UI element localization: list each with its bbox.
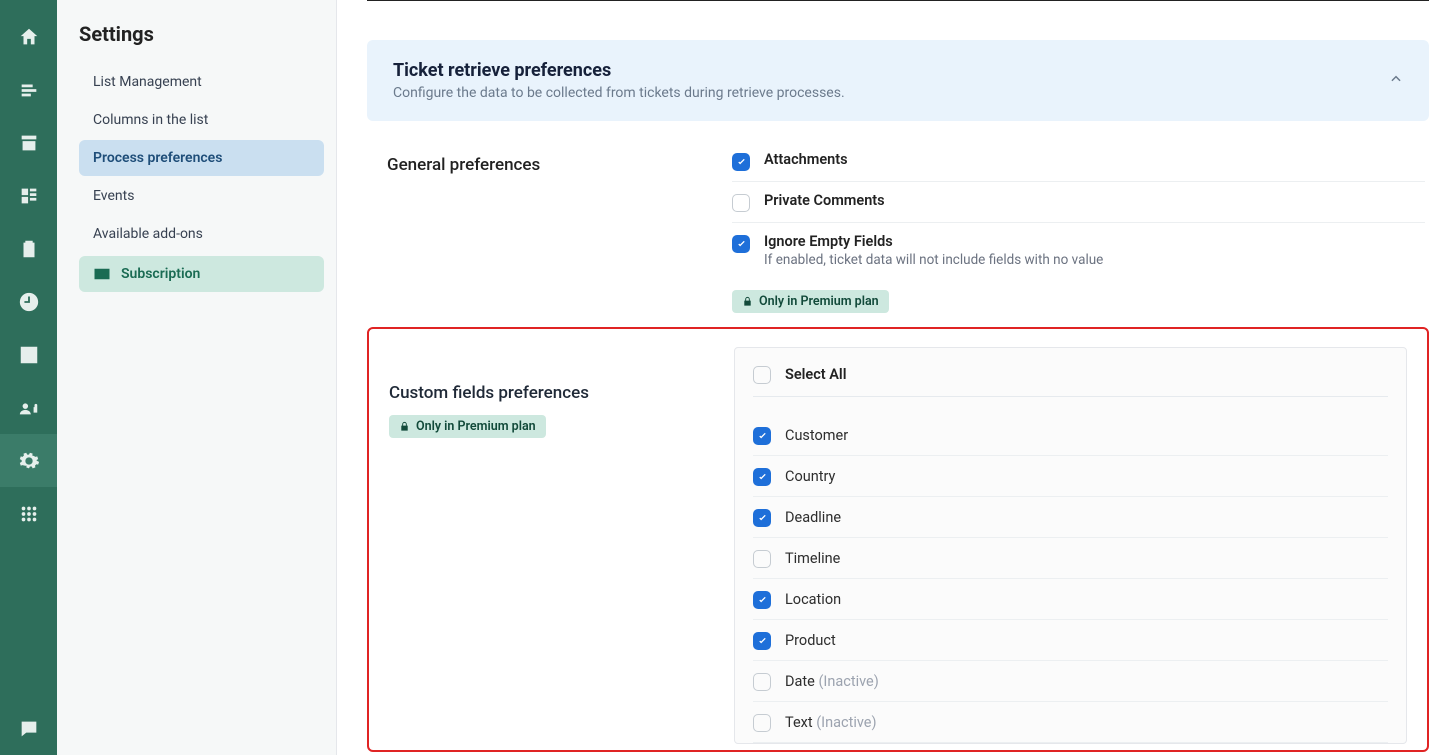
custom-field-checkbox[interactable] <box>753 427 771 445</box>
custom-field-row[interactable]: Date (Inactive) <box>753 661 1388 702</box>
select-all-row[interactable]: Select All <box>753 348 1388 397</box>
sidebar-item-addons[interactable]: Available add-ons <box>79 216 324 252</box>
lock-icon <box>399 420 410 433</box>
ignore-empty-desc: If enabled, ticket data will not include… <box>764 252 1103 268</box>
private-comments-label: Private Comments <box>764 192 885 209</box>
users-lock-icon <box>18 397 40 419</box>
custom-fields-section: Custom fields preferences Only in Premiu… <box>367 327 1429 752</box>
custom-field-label: Date (Inactive) <box>785 673 879 690</box>
sidebar-item-columns[interactable]: Columns in the list <box>79 102 324 138</box>
archive-icon <box>18 132 40 154</box>
fields-icon <box>18 185 40 207</box>
custom-field-row[interactable]: Location <box>753 579 1388 620</box>
credit-card-icon <box>93 267 111 281</box>
rail-chat[interactable] <box>0 702 57 755</box>
settings-sidebar: Settings List Management Columns in the … <box>57 0 337 755</box>
rail-apps[interactable] <box>0 487 57 540</box>
chevron-up-icon[interactable] <box>1389 72 1403 90</box>
custom-field-row[interactable]: Timeline <box>753 538 1388 579</box>
rail-settings[interactable] <box>0 434 57 487</box>
custom-field-label: Deadline <box>785 509 841 526</box>
rail-clipboard[interactable] <box>0 222 57 275</box>
clipboard-icon <box>18 238 40 260</box>
custom-field-list: Customer Country Deadline Timeline Locat… <box>753 415 1388 743</box>
chat-icon <box>18 718 40 740</box>
home-icon <box>18 26 40 48</box>
custom-field-checkbox[interactable] <box>753 591 771 609</box>
select-all-label: Select All <box>785 366 846 383</box>
custom-field-label: Customer <box>785 427 848 444</box>
custom-field-checkbox[interactable] <box>753 632 771 650</box>
panel-subtitle: Configure the data to be collected from … <box>393 85 845 101</box>
lock-icon <box>742 295 753 308</box>
rail-users[interactable] <box>0 381 57 434</box>
custom-field-checkbox[interactable] <box>753 509 771 527</box>
custom-field-row[interactable]: Product <box>753 620 1388 661</box>
icon-rail <box>0 0 57 755</box>
ignore-empty-label: Ignore Empty Fields <box>764 233 1103 250</box>
custom-field-row[interactable]: Country <box>753 456 1388 497</box>
attachments-checkbox[interactable] <box>732 153 750 171</box>
custom-field-row[interactable]: Text (Inactive) <box>753 702 1388 743</box>
select-all-checkbox[interactable] <box>753 366 771 384</box>
menu-icon <box>18 79 40 101</box>
general-preferences-section: General preferences Attachments Private … <box>367 121 1429 313</box>
sidebar-item-process-preferences[interactable]: Process preferences <box>79 140 324 176</box>
sidebar-item-subscription[interactable]: Subscription <box>79 256 324 292</box>
rail-analytics[interactable] <box>0 328 57 381</box>
custom-field-checkbox[interactable] <box>753 550 771 568</box>
general-title: General preferences <box>387 155 732 175</box>
apps-icon <box>18 503 40 525</box>
top-divider <box>367 0 1429 1</box>
custom-field-checkbox[interactable] <box>753 673 771 691</box>
custom-field-row[interactable]: Customer <box>753 415 1388 456</box>
custom-field-row[interactable]: Deadline <box>753 497 1388 538</box>
custom-field-checkbox[interactable] <box>753 468 771 486</box>
rail-archive[interactable] <box>0 116 57 169</box>
panel-header[interactable]: Ticket retrieve preferences Configure th… <box>367 40 1429 121</box>
attachments-label: Attachments <box>764 151 848 168</box>
sidebar-item-list-management[interactable]: List Management <box>79 64 324 100</box>
option-private-comments[interactable]: Private Comments <box>732 182 1425 223</box>
page-title: Settings <box>79 22 324 46</box>
gear-icon <box>18 450 40 472</box>
ignore-empty-checkbox[interactable] <box>732 235 750 253</box>
clock-icon <box>18 291 40 313</box>
custom-fields-panel: Select All Customer Country Deadline Tim… <box>734 347 1407 744</box>
premium-badge-custom: Only in Premium plan <box>389 415 546 438</box>
custom-title: Custom fields preferences <box>389 347 734 403</box>
subscription-label: Subscription <box>121 266 200 282</box>
private-comments-checkbox[interactable] <box>732 194 750 212</box>
custom-field-checkbox[interactable] <box>753 714 771 732</box>
chart-icon <box>18 344 40 366</box>
rail-home[interactable] <box>0 10 57 63</box>
custom-field-label: Country <box>785 468 835 485</box>
rail-menu[interactable] <box>0 63 57 116</box>
custom-field-label: Text (Inactive) <box>785 714 877 731</box>
sidebar-item-events[interactable]: Events <box>79 178 324 214</box>
rail-schedule[interactable] <box>0 275 57 328</box>
panel-title: Ticket retrieve preferences <box>393 60 845 81</box>
option-ignore-empty[interactable]: Ignore Empty Fields If enabled, ticket d… <box>732 223 1425 278</box>
custom-field-label: Timeline <box>785 550 840 567</box>
custom-field-label: Product <box>785 632 836 649</box>
rail-fields[interactable] <box>0 169 57 222</box>
option-attachments[interactable]: Attachments <box>732 141 1425 182</box>
main-content: Ticket retrieve preferences Configure th… <box>337 0 1447 755</box>
premium-badge: Only in Premium plan <box>732 290 889 313</box>
custom-field-label: Location <box>785 591 841 608</box>
